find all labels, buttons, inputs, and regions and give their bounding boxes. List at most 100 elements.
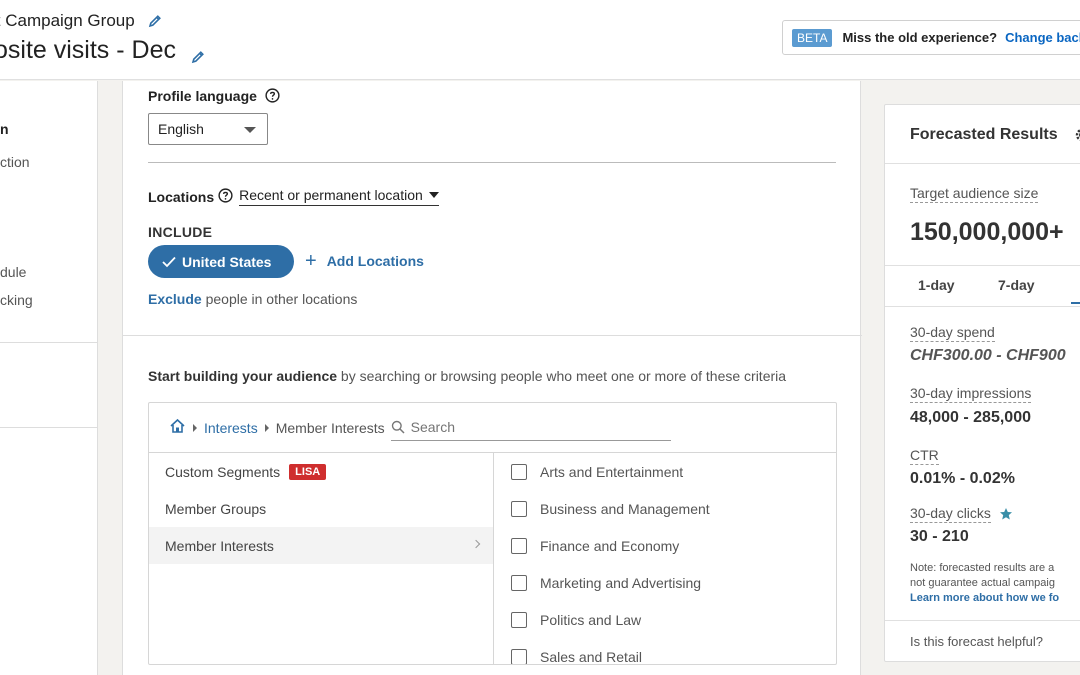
nav-item-schedule[interactable]: dule — [0, 264, 26, 280]
category-label: Custom Segments — [165, 463, 281, 480]
nav-item-targeting[interactable]: n — [0, 121, 9, 137]
list-item[interactable]: Sales and Retail — [495, 638, 836, 665]
forecast-panel: Forecasted Results Target audience size … — [884, 104, 1080, 662]
audience-size-value: 150,000,000+ — [910, 218, 1064, 246]
forecast-helpful-prompt: Is this forecast helpful? — [910, 634, 1043, 649]
left-nav: n ction dule cking — [0, 81, 98, 675]
locations-label: Locations — [148, 188, 215, 205]
option-label: Politics and Law — [540, 611, 642, 628]
beta-badge: BETA — [792, 28, 833, 47]
category-custom-segments[interactable]: Custom Segments LISA — [149, 453, 493, 490]
edit-campaign-pencil-icon[interactable] — [190, 43, 206, 63]
note-line: not guarantee actual campaig — [910, 577, 1055, 589]
beta-banner: BETA Miss the old experience? Change bac… — [782, 20, 1080, 55]
checkmark-icon — [162, 256, 176, 267]
add-locations-button[interactable]: + Add Locations — [305, 251, 424, 271]
add-locations-label: Add Locations — [326, 253, 424, 269]
checkbox[interactable] — [511, 500, 527, 517]
spend-value: CHF300.00 - CHF900 — [910, 347, 1066, 364]
checkbox[interactable] — [511, 463, 527, 480]
nav-divider — [0, 427, 98, 428]
campaign-group-title: lt Campaign Group — [0, 11, 135, 30]
campaign-group-row: lt Campaign Group — [0, 11, 163, 31]
nav-item-audience-section[interactable]: ction — [0, 154, 30, 170]
home-icon[interactable] — [169, 418, 186, 437]
list-item[interactable]: Finance and Economy — [495, 527, 836, 564]
breadcrumb-interests[interactable]: Interests — [204, 420, 258, 436]
audience-search — [390, 415, 671, 441]
clicks-label: 30-day clicks — [910, 505, 1013, 523]
exclude-text: people in other locations — [201, 291, 358, 307]
tab-7-day[interactable]: 7-day — [998, 277, 1035, 293]
exclude-link[interactable]: Exclude — [148, 291, 202, 307]
list-item[interactable]: Politics and Law — [495, 601, 836, 638]
nav-divider — [0, 342, 98, 343]
breadcrumb-separator-icon — [193, 423, 197, 432]
tab-1-day[interactable]: 1-day — [918, 277, 955, 293]
audience-size-label: Target audience size — [910, 185, 1039, 203]
checkbox[interactable] — [511, 648, 527, 664]
option-label: Sales and Retail — [540, 648, 642, 665]
profile-language-select[interactable]: English — [148, 113, 268, 145]
campaign-name-row: osite visits - Dec — [0, 36, 206, 65]
included-location-pill[interactable]: United States — [148, 245, 294, 278]
location-type-value: Recent or permanent location — [239, 187, 423, 203]
list-item[interactable]: Business and Management — [495, 490, 836, 527]
active-tab-indicator — [1071, 302, 1080, 304]
option-label: Arts and Entertainment — [540, 463, 684, 480]
audience-instructions: Start building your audience by searchin… — [148, 368, 786, 384]
panel-divider — [885, 620, 1080, 621]
location-type-dropdown[interactable]: Recent or permanent location — [239, 187, 439, 206]
category-member-interests[interactable]: Member Interests — [149, 527, 493, 564]
list-item[interactable]: Marketing and Advertising — [495, 564, 836, 601]
profile-language-text: Profile language — [148, 88, 257, 104]
category-label: Member Groups — [165, 500, 267, 517]
impressions-value: 48,000 - 285,000 — [910, 409, 1031, 426]
edit-group-pencil-icon[interactable] — [147, 13, 163, 29]
option-label: Business and Management — [540, 500, 710, 517]
nav-item-tracking[interactable]: cking — [0, 292, 33, 308]
panel-divider — [885, 163, 1080, 164]
campaign-title: osite visits - Dec — [0, 36, 176, 64]
breadcrumb: Interests Member Interests — [149, 403, 836, 453]
search-icon — [391, 420, 405, 434]
include-label: INCLUDE — [148, 224, 213, 240]
checkbox[interactable] — [511, 611, 527, 628]
option-label: Marketing and Advertising — [540, 574, 702, 591]
list-item[interactable]: Arts and Entertainment — [495, 453, 836, 490]
lisa-badge: LISA — [289, 463, 327, 480]
impressions-label: 30-day impressions — [910, 385, 1032, 403]
breadcrumb-separator-icon — [264, 423, 269, 432]
profile-language-label: Profile language — [148, 88, 280, 106]
help-icon[interactable] — [218, 187, 233, 206]
gear-icon[interactable] — [1073, 126, 1080, 149]
exclude-row: Exclude people in other locations — [148, 291, 357, 307]
search-input[interactable] — [410, 418, 651, 435]
campaign-header: lt Campaign Group osite visits - Dec BET… — [0, 0, 1080, 80]
caret-down-icon — [428, 192, 439, 198]
breadcrumb-member-interests: Member Interests — [275, 419, 385, 436]
beta-text: Miss the old experience? — [842, 30, 998, 45]
targeting-panel: Profile language English Locations Recen… — [122, 81, 862, 675]
audience-instructions-rest: by searching or browsing people who meet… — [337, 368, 787, 384]
panel-divider — [885, 306, 1080, 307]
interest-options: Arts and Entertainment Business and Mana… — [495, 453, 836, 665]
category-list: Custom Segments LISA Member Groups Membe… — [149, 453, 494, 664]
change-back-link[interactable]: Change back — [1005, 30, 1080, 45]
option-label: Finance and Economy — [540, 537, 680, 554]
learn-more-link[interactable]: Learn more about how we fo — [910, 591, 1059, 606]
ctr-label: CTR — [910, 447, 939, 465]
forecast-title: Forecasted Results — [910, 126, 1058, 143]
checkbox[interactable] — [511, 574, 527, 591]
included-location-label: United States — [182, 253, 272, 270]
star-icon — [999, 508, 1012, 520]
category-member-groups[interactable]: Member Groups — [149, 490, 493, 527]
panel-divider — [885, 265, 1080, 266]
audience-browser: Interests Member Interests Custom Segmen… — [148, 402, 837, 665]
help-icon[interactable] — [265, 88, 280, 106]
profile-language-value: English — [158, 121, 204, 137]
section-divider — [123, 335, 862, 336]
clicks-value: 30 - 210 — [910, 528, 969, 545]
checkbox[interactable] — [511, 537, 527, 554]
locations-row: Locations Recent or permanent location — [148, 187, 439, 206]
